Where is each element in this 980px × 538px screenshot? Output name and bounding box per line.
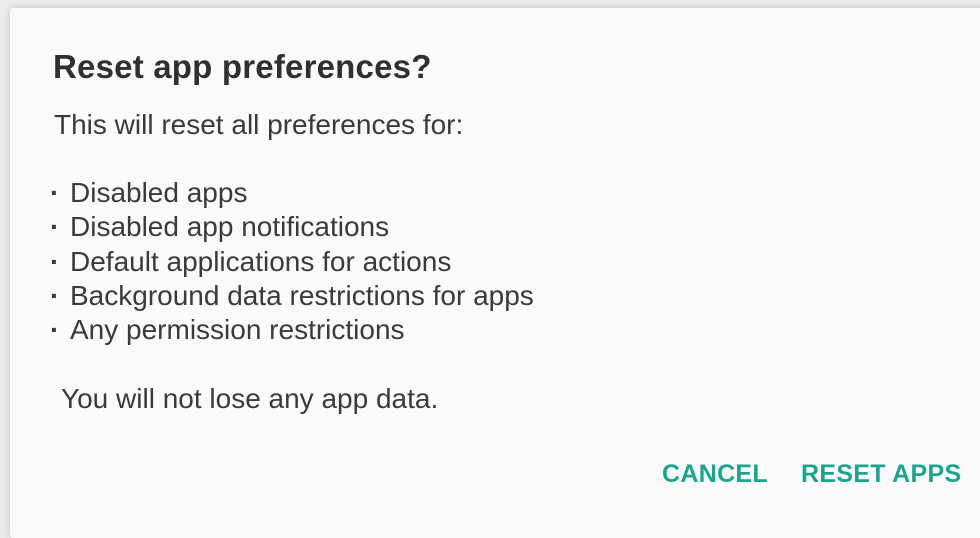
list-item-label: Default applications for actions (70, 245, 452, 277)
list-item: · Default applications for actions (50, 245, 534, 279)
list-item: · Any permission restrictions (50, 313, 534, 347)
dialog-intro: This will reset all preferences for: (54, 109, 464, 140)
list-item-label: Disabled apps (70, 177, 248, 208)
list-item: · Disabled apps (50, 176, 534, 210)
list-item-label: Background data restrictions for apps (70, 279, 534, 311)
bullet-icon: · (50, 279, 60, 311)
bullet-icon: · (50, 211, 60, 243)
bullet-icon: · (50, 314, 60, 346)
bullet-icon: · (50, 245, 60, 277)
cancel-button[interactable]: CANCEL (662, 456, 768, 493)
dialog-title: Reset app preferences? (53, 48, 432, 85)
bullet-icon: · (50, 177, 60, 208)
list-item: · Disabled app notifications (50, 210, 534, 244)
list-item-label: Disabled app notifications (70, 211, 390, 243)
list-item: · Background data restrictions for apps (50, 279, 534, 313)
reset-apps-button[interactable]: RESET APPS (801, 456, 961, 493)
reset-preferences-dialog: Reset app preferences? This will reset a… (10, 8, 980, 538)
dialog-note: You will not lose any app data. (61, 383, 439, 414)
preferences-list: · Disabled apps · Disabled app notificatio… (50, 176, 534, 347)
list-item-label: Any permission restrictions (70, 314, 405, 346)
